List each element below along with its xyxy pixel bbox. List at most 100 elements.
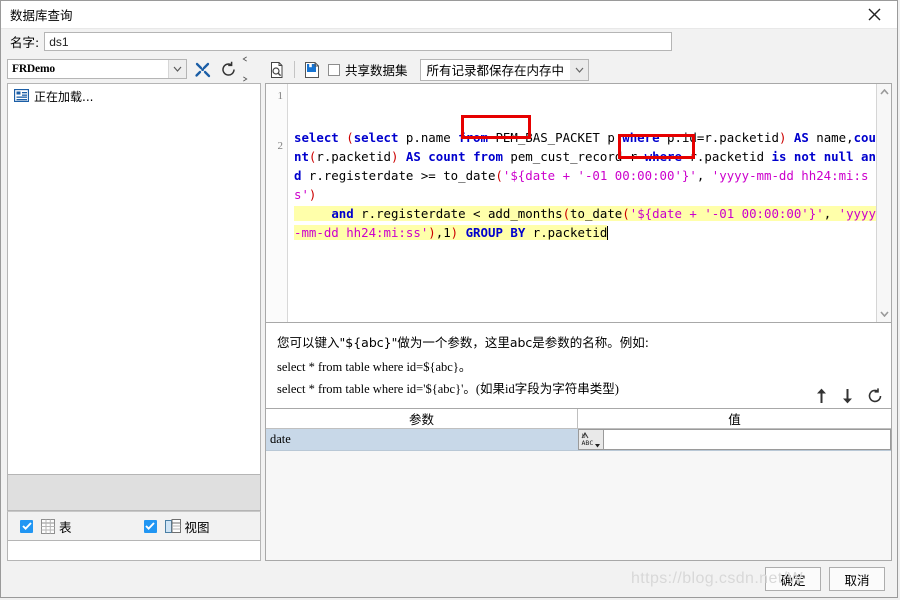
filter-views[interactable]: 视图 xyxy=(143,517,210,536)
shared-dataset-checkbox[interactable]: 共享数据集 xyxy=(328,60,408,79)
schema-tree[interactable]: 正在加载... xyxy=(7,83,261,475)
sql-token: PEM_BAS_PACKET p xyxy=(495,130,623,145)
tree-item-loading[interactable]: 正在加载... xyxy=(8,84,260,105)
name-input[interactable]: ds1 xyxy=(44,32,673,51)
sql-token: name, xyxy=(816,130,854,145)
sql-line: and r.registerdate < add_months(to_date(… xyxy=(294,206,876,240)
help-line-2: select * from table where id=${abc}。 xyxy=(277,360,472,374)
sql-token: ( xyxy=(495,168,503,183)
svg-text:ABC: ABC xyxy=(582,439,594,447)
refresh-icon[interactable] xyxy=(217,58,239,80)
sql-token: p.name xyxy=(405,130,459,145)
left-status-strip xyxy=(7,475,261,511)
sql-token: and xyxy=(294,206,362,221)
checkbox-tables[interactable] xyxy=(20,519,33,533)
sql-token: where xyxy=(644,149,690,164)
memory-mode-combo[interactable]: 所有记录都保存在内存中 xyxy=(419,58,590,81)
page-search-icon[interactable] xyxy=(265,59,289,81)
connection-combo[interactable]: FRDemo xyxy=(7,59,187,79)
sql-token: ( xyxy=(562,206,571,221)
sql-token: GROUP BY xyxy=(458,225,533,240)
left-panel: FRDemo 正在加载... 表 视图 xyxy=(7,56,261,561)
sql-token: pem_cust_record r xyxy=(510,149,645,164)
splitter-handle[interactable] xyxy=(241,56,248,82)
sql-token: '${date + '-01 00:00:00'}' xyxy=(629,206,824,221)
sql-token: ( xyxy=(346,130,354,145)
name-label: 名字: xyxy=(10,35,40,50)
body-split: FRDemo 正在加载... 表 视图 共享数据集 所有记录都保存在内存中 1 … xyxy=(1,54,897,561)
chevron-down-icon[interactable] xyxy=(877,306,892,322)
window-title: 数据库查询 xyxy=(10,8,73,23)
sql-token: ,1 xyxy=(435,225,451,240)
right-panel: 共享数据集 所有记录都保存在内存中 1 2 select (select p.n… xyxy=(265,56,893,561)
filter-views-label: 视图 xyxy=(184,519,210,535)
save-blue-icon[interactable] xyxy=(300,59,324,81)
refresh-params-icon[interactable] xyxy=(867,388,883,404)
table-row[interactable]: date U ABC xyxy=(266,429,891,451)
sql-editor[interactable]: 1 2 select (select p.name from PEM_BAS_P… xyxy=(265,83,892,323)
sql-token: r.packetid xyxy=(316,149,391,164)
chevron-up-icon[interactable] xyxy=(877,84,892,100)
checkbox-shared-dataset[interactable] xyxy=(328,63,340,76)
filter-tables[interactable]: 表 xyxy=(20,517,72,536)
sql-token: , xyxy=(696,168,712,183)
right-toolbar: 共享数据集 所有记录都保存在内存中 xyxy=(265,56,892,83)
dialog-footer: https://blog.csdn.net/W 确定 取消 xyxy=(1,561,897,597)
close-button[interactable] xyxy=(851,1,897,28)
left-bottom-input[interactable] xyxy=(7,541,261,561)
sql-line: select (select p.name from PEM_BAS_PACKE… xyxy=(294,130,876,202)
column-header-value: 值 xyxy=(728,412,741,427)
help-line-1: 您可以键入"${abc}"做为一个参数，这里abc是参数的名称。例如: xyxy=(277,335,650,350)
parameters-table[interactable]: 参数 值 date U ABC xyxy=(265,409,892,561)
sql-code-area[interactable]: select (select p.name from PEM_BAS_PACKE… xyxy=(288,84,876,322)
connection-combo-value: FRDemo xyxy=(12,63,55,75)
param-name-cell[interactable]: date xyxy=(266,429,578,450)
database-schema-icon xyxy=(13,88,30,105)
chevron-down-icon xyxy=(168,60,186,78)
tree-item-label: 正在加载... xyxy=(34,90,94,104)
table-header-row: 参数 值 xyxy=(266,409,891,429)
shared-dataset-label: 共享数据集 xyxy=(345,63,408,78)
sql-token: ) xyxy=(308,187,317,202)
ok-button[interactable]: 确定 xyxy=(765,567,821,591)
filter-tables-label: 表 xyxy=(59,519,72,535)
editor-gutter: 1 2 xyxy=(266,84,288,322)
sql-token: where xyxy=(622,130,668,145)
sql-token: select xyxy=(294,130,347,145)
sql-token: AS count xyxy=(398,149,474,164)
move-up-icon[interactable] xyxy=(815,388,828,404)
line-number: 2 xyxy=(277,140,284,152)
table-empty-area xyxy=(266,451,891,560)
sql-token: , xyxy=(823,206,839,221)
move-down-icon[interactable] xyxy=(841,388,854,404)
sql-token: p.id=r.packetid xyxy=(667,130,779,145)
param-value-cell[interactable] xyxy=(604,429,891,450)
editor-vertical-scrollbar[interactable] xyxy=(876,84,891,322)
sql-token: '${date + '-01 00:00:00'}' xyxy=(502,168,697,183)
sql-token: r.packetid xyxy=(532,225,608,240)
sql-token: AS xyxy=(786,130,817,145)
sql-token: ) xyxy=(428,225,436,240)
parameter-help: 您可以键入"${abc}"做为一个参数，这里abc是参数的名称。例如: sele… xyxy=(265,323,892,409)
column-header-param: 参数 xyxy=(266,409,578,428)
sql-token: ( xyxy=(622,206,630,221)
object-type-filters: 表 视图 xyxy=(7,511,261,541)
close-icon xyxy=(868,8,881,21)
toolbar-separator xyxy=(294,61,295,78)
text-caret xyxy=(607,226,609,240)
line-number: 1 xyxy=(277,90,284,102)
sql-token: select xyxy=(353,130,406,145)
sql-text: select (select p.name from PEM_BAS_PACKE… xyxy=(294,128,876,242)
sql-token: from xyxy=(458,130,496,145)
checkbox-views[interactable] xyxy=(143,519,157,533)
sql-token: r.registerdate >= to_date xyxy=(308,168,496,183)
sql-token: r.registerdate < add_months xyxy=(361,206,563,221)
sql-token: r.packetid xyxy=(689,149,772,164)
abc-string-type-icon[interactable]: U ABC xyxy=(578,429,604,450)
view-icon xyxy=(164,518,181,534)
cancel-button[interactable]: 取消 xyxy=(829,567,885,591)
chevron-down-icon xyxy=(570,59,589,80)
parameter-actions xyxy=(815,388,883,404)
wrench-icon[interactable] xyxy=(191,58,213,80)
sql-token: from xyxy=(473,149,511,164)
